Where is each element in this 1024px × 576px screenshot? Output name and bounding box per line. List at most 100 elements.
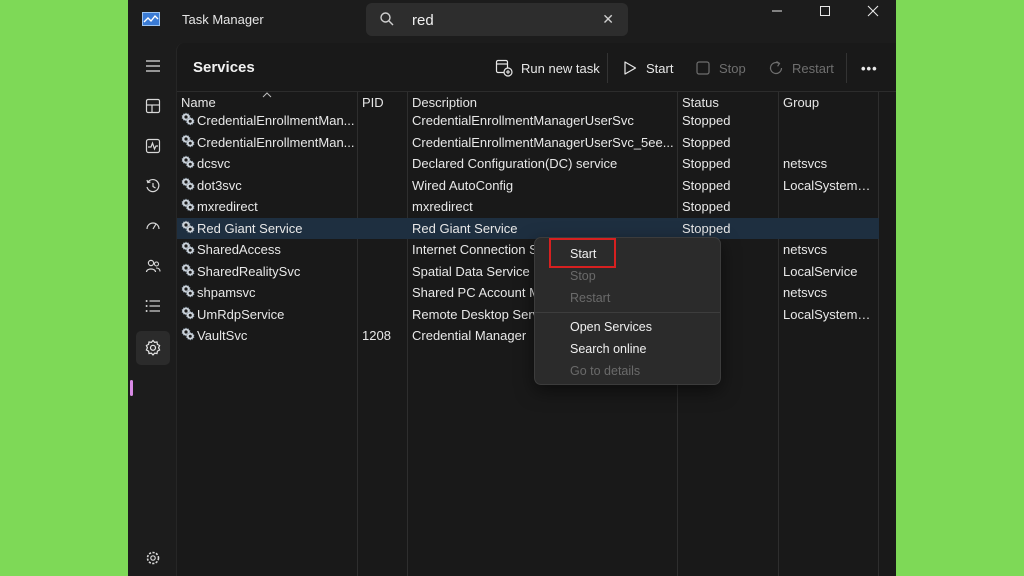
service-gear-icon <box>181 133 195 148</box>
table-row[interactable]: CredentialEnrollmentMan... CredentialEnro… <box>177 132 879 153</box>
stop-button[interactable]: Stop <box>695 57 746 79</box>
settings-icon <box>146 551 160 565</box>
table-row[interactable]: SharedAccessInternet Connection Sednetsv… <box>177 239 879 260</box>
cell-group: netsvcs <box>783 242 828 257</box>
cell-group: netsvcs <box>783 285 828 300</box>
search-input[interactable]: red <box>412 12 434 29</box>
cell-name: Red Giant Service <box>197 220 303 236</box>
table-row[interactable]: CredentialEnrollmentMan... CredentialEnro… <box>177 110 879 131</box>
cell-name: UmRdpService <box>197 306 285 322</box>
nav-performance[interactable] <box>136 129 170 163</box>
clear-search-icon[interactable]: ✕ <box>602 11 614 28</box>
task-manager-app-icon <box>142 12 160 26</box>
more-options-button[interactable]: ••• <box>861 57 878 79</box>
column-header-name[interactable]: Name <box>181 95 216 110</box>
cell-group: LocalSystemN... <box>783 177 875 193</box>
service-gear-icon <box>181 155 195 169</box>
page-title: Services <box>193 59 255 76</box>
cell-status: Stopped <box>682 113 731 128</box>
cell-description: mxredirect <box>412 199 473 214</box>
column-header-description[interactable]: Description <box>412 95 477 110</box>
users-icon <box>145 259 161 273</box>
nav-services[interactable] <box>136 331 170 365</box>
cell-status: Stopped <box>682 199 731 214</box>
app-history-icon <box>146 178 160 193</box>
toolbar-divider <box>607 53 608 83</box>
cell-name: dcsvc <box>197 156 231 171</box>
minimize-button[interactable] <box>754 4 800 28</box>
nav-settings[interactable] <box>136 541 170 575</box>
cell-description: Wired AutoConfig <box>412 177 514 193</box>
table-row[interactable]: dot3svc Wired AutoConfig Stopped LocalSyste… <box>177 175 879 196</box>
restart-label: Restart <box>792 60 834 76</box>
cell-description: CredentialEnrollmentManagerUserSvc <box>412 113 634 128</box>
cell-group: netsvcs <box>783 156 828 171</box>
start-label: Start <box>646 60 674 76</box>
menu-item-search-online[interactable]: Search online <box>570 342 646 356</box>
table-row[interactable]: Red Giant Service Red Giant Service Stoppe… <box>177 217 879 239</box>
hamburger-button[interactable] <box>136 49 170 83</box>
cell-status: Stopped <box>682 220 731 236</box>
app-title: Task Manager <box>182 12 264 27</box>
cell-description: CredentialEnrollmentManagerUserSvc_5ee..… <box>412 134 674 150</box>
menu-item-stop[interactable]: Stop <box>570 269 596 283</box>
maximize-icon <box>820 6 830 16</box>
start-button[interactable]: Start <box>622 57 673 79</box>
table-row[interactable]: VaultSvc1208Credential Managerng <box>177 325 879 346</box>
column-header-group[interactable]: Group <box>783 95 819 110</box>
table-row[interactable]: UmRdpServiceRemote Desktop ServedLocalSy… <box>177 304 879 325</box>
stop-label: Stop <box>719 60 746 76</box>
cell-name: SharedAccess <box>197 242 281 257</box>
column-header-status[interactable]: Status <box>682 95 719 110</box>
nav-startup-apps[interactable] <box>136 209 170 243</box>
context-menu: Start Stop Restart Open Services Search … <box>534 237 721 385</box>
cell-status: Stopped <box>682 156 731 171</box>
table-row[interactable]: SharedRealitySvcSpatial Data ServiceedLo… <box>177 261 879 282</box>
performance-icon <box>145 138 161 154</box>
maximize-button[interactable] <box>802 4 848 28</box>
menu-item-start[interactable]: Start <box>570 247 596 261</box>
toolbar-divider <box>846 53 847 83</box>
menu-divider <box>535 312 720 313</box>
cell-name: shpamsvc <box>197 285 256 300</box>
cell-status: Stopped <box>682 177 731 193</box>
processes-icon <box>145 98 161 114</box>
run-new-task-label: Run new task <box>521 60 600 76</box>
nav-processes[interactable] <box>136 89 170 123</box>
minimize-icon <box>772 10 782 12</box>
menu-item-restart[interactable]: Restart <box>570 291 610 305</box>
service-gear-icon <box>181 262 195 277</box>
hamburger-icon <box>146 60 160 72</box>
service-gear-icon <box>181 305 195 320</box>
menu-item-open-services[interactable]: Open Services <box>570 320 652 334</box>
table-row[interactable]: mxredirect mxredirect Stopped <box>177 196 879 217</box>
active-nav-indicator <box>130 380 133 396</box>
cell-description: Declared Configuration(DC) service <box>412 156 618 171</box>
restart-button[interactable]: Restart <box>768 57 834 79</box>
table-row[interactable]: shpamsvcShared PC Account Mednetsvcs <box>177 282 879 303</box>
run-new-task-button[interactable]: Run new task <box>495 57 600 79</box>
title-bar: Task Manager red ✕ <box>128 0 896 40</box>
close-button[interactable] <box>850 4 896 28</box>
nav-details[interactable] <box>136 289 170 323</box>
cell-name: CredentialEnrollmentMan... <box>197 113 355 128</box>
service-gear-icon <box>181 241 195 255</box>
menu-item-go-to-details[interactable]: Go to details <box>570 364 640 378</box>
search-box[interactable]: red ✕ <box>366 3 628 36</box>
cell-name: VaultSvc <box>197 328 248 343</box>
service-gear-icon <box>181 198 195 212</box>
play-icon <box>624 61 637 75</box>
column-header-pid[interactable]: PID <box>362 95 384 110</box>
table-row[interactable]: dcsvc Declared Configuration(DC) service S… <box>177 153 879 174</box>
run-new-task-icon <box>495 59 513 77</box>
task-manager-window: Task Manager red ✕ Services Run new task… <box>128 0 896 576</box>
cell-name: CredentialEnrollmentMan... <box>197 134 355 150</box>
nav-users[interactable] <box>136 249 170 283</box>
close-icon <box>867 5 879 17</box>
cell-name: dot3svc <box>197 177 242 193</box>
more-options-icon: ••• <box>861 60 878 76</box>
nav-app-history[interactable] <box>136 169 170 203</box>
service-gear-icon <box>181 284 195 298</box>
service-gear-icon <box>181 176 195 191</box>
cell-name: SharedRealitySvc <box>197 263 301 279</box>
